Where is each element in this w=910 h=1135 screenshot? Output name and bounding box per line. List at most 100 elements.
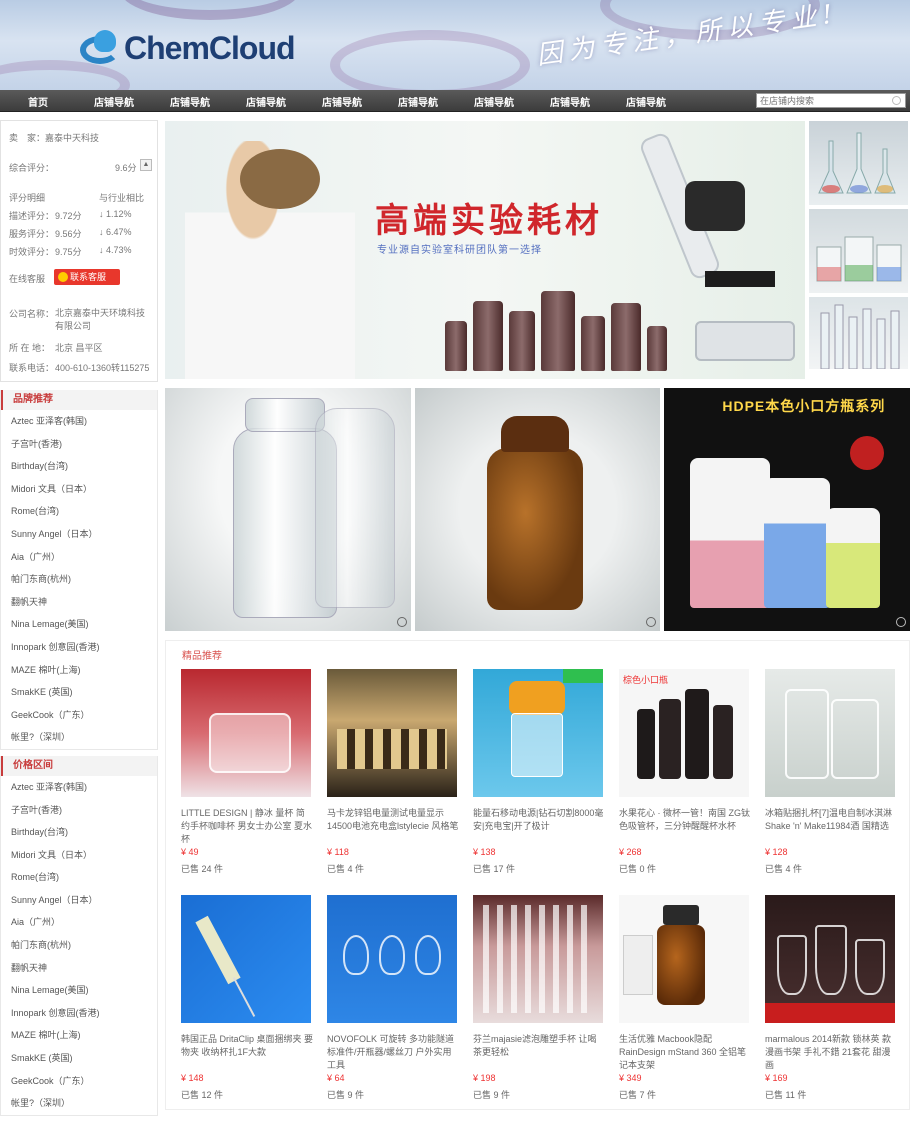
product-card[interactable]: 能量石移动电源|钻石切割8000毫安|充电宝|开了极计 ¥ 138 已售 17 …	[473, 669, 605, 875]
nav-item[interactable]: 店铺导航	[246, 94, 286, 109]
company-label: 公司名称：	[9, 309, 55, 319]
category-item[interactable]: Sunny Angel（日本）	[1, 523, 157, 546]
beakers-icon	[816, 236, 902, 282]
product-image[interactable]	[327, 669, 457, 797]
chevron-up-icon[interactable]: ▲	[140, 159, 152, 171]
product-card[interactable]: 棕色小口瓶 水果花心 · 微杯一管！南国 ZG钛色吸管杯，三分钟醒醒杯水杯 ¥ …	[619, 669, 751, 875]
category-item[interactable]: 帐里?（深圳）	[1, 726, 157, 749]
seller-name[interactable]: 卖 家：嘉泰中天科技	[9, 131, 99, 144]
product-image[interactable]	[181, 895, 311, 1023]
nav-bar: 首页 店铺导航 店铺导航 店铺导航 店铺导航 店铺导航 店铺导航 店铺导航 店铺…	[0, 90, 910, 112]
product-card[interactable]: 生活优雅 Macbook隐配 RainDesign mStand 360 全铝笔…	[619, 895, 751, 1101]
category-item[interactable]: 子宫叶(香港)	[1, 799, 157, 822]
category-item[interactable]: SmakKE (英国)	[1, 1047, 157, 1070]
category-panel-brands: 品牌推荐 Aztec 亚泽客(韩国) 子宫叶(香港) Birthday(台湾) …	[0, 390, 158, 750]
zoom-icon[interactable]	[896, 617, 907, 627]
featured-banners: HDPE本色小口方瓶系列	[165, 388, 910, 631]
product-title[interactable]: 韩国正品 DritaClip 桌面捆绑夹 要物夹 收纳杯扎1F大款	[181, 1033, 313, 1073]
product-image[interactable]	[619, 895, 749, 1023]
phone-label: 联系电话：	[9, 363, 55, 373]
category-item[interactable]: SmakKE (英国)	[1, 681, 157, 704]
overall-score-label: 综合评分：	[9, 163, 55, 173]
contact-service-button[interactable]: 联系客服	[54, 269, 120, 285]
flask-logo-icon	[80, 28, 132, 68]
category-item[interactable]: Rome(台湾)	[1, 500, 157, 523]
product-image[interactable]	[765, 669, 895, 797]
brown-bottle-banner[interactable]	[414, 388, 661, 631]
product-title[interactable]: 生活优雅 Macbook隐配 RainDesign mStand 360 全铝笔…	[619, 1033, 751, 1073]
tubes-thumbnail[interactable]	[809, 297, 908, 369]
product-price: ¥ 349	[619, 1073, 642, 1083]
nav-item-home[interactable]: 首页	[28, 94, 48, 109]
nav-item[interactable]: 店铺导航	[170, 94, 210, 109]
category-item[interactable]: 翻帆天神	[1, 957, 157, 980]
product-image[interactable]	[473, 669, 603, 797]
category-item[interactable]: 帕门东商(杭州)	[1, 934, 157, 957]
product-card[interactable]: 马卡龙锌铝电量测试电量显示14500电池充电盒lstylecie 风格笔 ¥ 1…	[327, 669, 459, 875]
category-item[interactable]: MAZE 棉叶(上海)	[1, 1024, 157, 1047]
beakers-thumbnail[interactable]	[809, 209, 908, 293]
header-banner: ChemCloud 因为专注，所以专业!	[0, 0, 910, 90]
category-item[interactable]: Innopark 创意园(香港)	[1, 636, 157, 659]
product-image[interactable]: 棕色小口瓶	[619, 669, 749, 797]
product-image[interactable]	[765, 895, 895, 1023]
product-price: ¥ 128	[765, 847, 788, 857]
product-title[interactable]: 冰箱贴捆扎杯[7]温电自制冰淇淋Shake 'n' Make11984酒 国精选	[765, 807, 897, 847]
product-title[interactable]: NOVOFOLK 可旋转 多功能隧道标准件/开瓶器/螺丝刀 户外实用工具	[327, 1033, 459, 1073]
category-item[interactable]: GeekCook（广东）	[1, 1070, 157, 1093]
category-item[interactable]: 子宫叶(香港)	[1, 433, 157, 456]
product-image[interactable]	[327, 895, 457, 1023]
category-item[interactable]: GeekCook（广东）	[1, 704, 157, 727]
hero-banner[interactable]: 高端实验耗材 专业源自实验室科研团队第一选择	[165, 121, 805, 379]
product-title[interactable]: 马卡龙锌铝电量测试电量显示14500电池充电盒lstylecie 风格笔	[327, 807, 459, 847]
hdpe-bottle-banner[interactable]: HDPE本色小口方瓶系列	[664, 388, 910, 631]
reagent-bottle-banner[interactable]	[165, 388, 411, 631]
category-item[interactable]: Birthday(台湾)	[1, 455, 157, 478]
zoom-icon[interactable]	[396, 617, 407, 627]
category-item[interactable]: Birthday(台湾)	[1, 821, 157, 844]
product-image[interactable]	[181, 669, 311, 797]
product-title[interactable]: 芬兰majasie滤泡雕塑手杯 让喝茶更轻松	[473, 1033, 605, 1073]
nav-item[interactable]: 店铺导航	[474, 94, 514, 109]
flasks-thumbnail[interactable]	[809, 121, 908, 205]
category-item[interactable]: Aia（广州）	[1, 546, 157, 569]
product-card[interactable]: 芬兰majasie滤泡雕塑手杯 让喝茶更轻松 ¥ 198 已售 9 件	[473, 895, 605, 1101]
category-item[interactable]: 翻帆天神	[1, 591, 157, 614]
product-card[interactable]: marmalous 2014新款 锁林英 款漫画书架 手礼不錯 21套花 甜漫画…	[765, 895, 897, 1101]
zoom-icon[interactable]	[646, 617, 657, 627]
category-item[interactable]: MAZE 棉叶(上海)	[1, 659, 157, 682]
category-item[interactable]: Midori 文具（日本）	[1, 844, 157, 867]
product-title[interactable]: LITTLE DESIGN | 静冰 量杯 简约手杯咖啡杯 男女士办公室 夏水杯	[181, 807, 313, 847]
search-icon[interactable]	[892, 96, 901, 105]
nav-item[interactable]: 店铺导航	[550, 94, 590, 109]
product-card[interactable]: 冰箱贴捆扎杯[7]温电自制冰淇淋Shake 'n' Make11984酒 国精选…	[765, 669, 897, 875]
product-card[interactable]: LITTLE DESIGN | 静冰 量杯 简约手杯咖啡杯 男女士办公室 夏水杯…	[181, 669, 313, 875]
category-item[interactable]: Nina Lemage(美国)	[1, 613, 157, 636]
category-item[interactable]: Nina Lemage(美国)	[1, 979, 157, 1002]
nav-item[interactable]: 店铺导航	[398, 94, 438, 109]
category-item[interactable]: Sunny Angel（日本）	[1, 889, 157, 912]
product-image[interactable]	[473, 895, 603, 1023]
category-item[interactable]: Aia（广州）	[1, 911, 157, 934]
product-card[interactable]: 韩国正品 DritaClip 桌面捆绑夹 要物夹 收纳杯扎1F大款 ¥ 148 …	[181, 895, 313, 1101]
product-title[interactable]: marmalous 2014新款 锁林英 款漫画书架 手礼不錯 21套花 甜漫画	[765, 1033, 897, 1073]
product-card[interactable]: NOVOFOLK 可旋转 多功能隧道标准件/开瓶器/螺丝刀 户外实用工具 ¥ 6…	[327, 895, 459, 1101]
category-item[interactable]: Aztec 亚泽客(韩国)	[1, 776, 157, 799]
nav-item[interactable]: 店铺导航	[626, 94, 666, 109]
product-sold: 已售 9 件	[473, 1090, 511, 1100]
nav-item[interactable]: 店铺导航	[94, 94, 134, 109]
contact-service-label: 联系客服	[70, 272, 107, 282]
product-title[interactable]: 能量石移动电源|钻石切割8000毫安|充电宝|开了极计	[473, 807, 605, 847]
shop-logo[interactable]: ChemCloud	[80, 28, 296, 68]
category-item[interactable]: 帕门东商(杭州)	[1, 568, 157, 591]
category-item[interactable]: Innopark 创意园(香港)	[1, 1002, 157, 1025]
nav-item[interactable]: 店铺导航	[322, 94, 362, 109]
score-row-value: 9.56分	[55, 229, 82, 239]
hero-title: 高端实验耗材	[375, 201, 603, 241]
product-title[interactable]: 水果花心 · 微杯一管！南国 ZG钛色吸管杯，三分钟醒醒杯水杯	[619, 807, 751, 847]
category-item[interactable]: 帐里?（深圳）	[1, 1092, 157, 1115]
category-item[interactable]: Midori 文具（日本）	[1, 478, 157, 501]
category-item[interactable]: Rome(台湾)	[1, 866, 157, 889]
search-input[interactable]	[757, 94, 885, 107]
category-item[interactable]: Aztec 亚泽客(韩国)	[1, 410, 157, 433]
